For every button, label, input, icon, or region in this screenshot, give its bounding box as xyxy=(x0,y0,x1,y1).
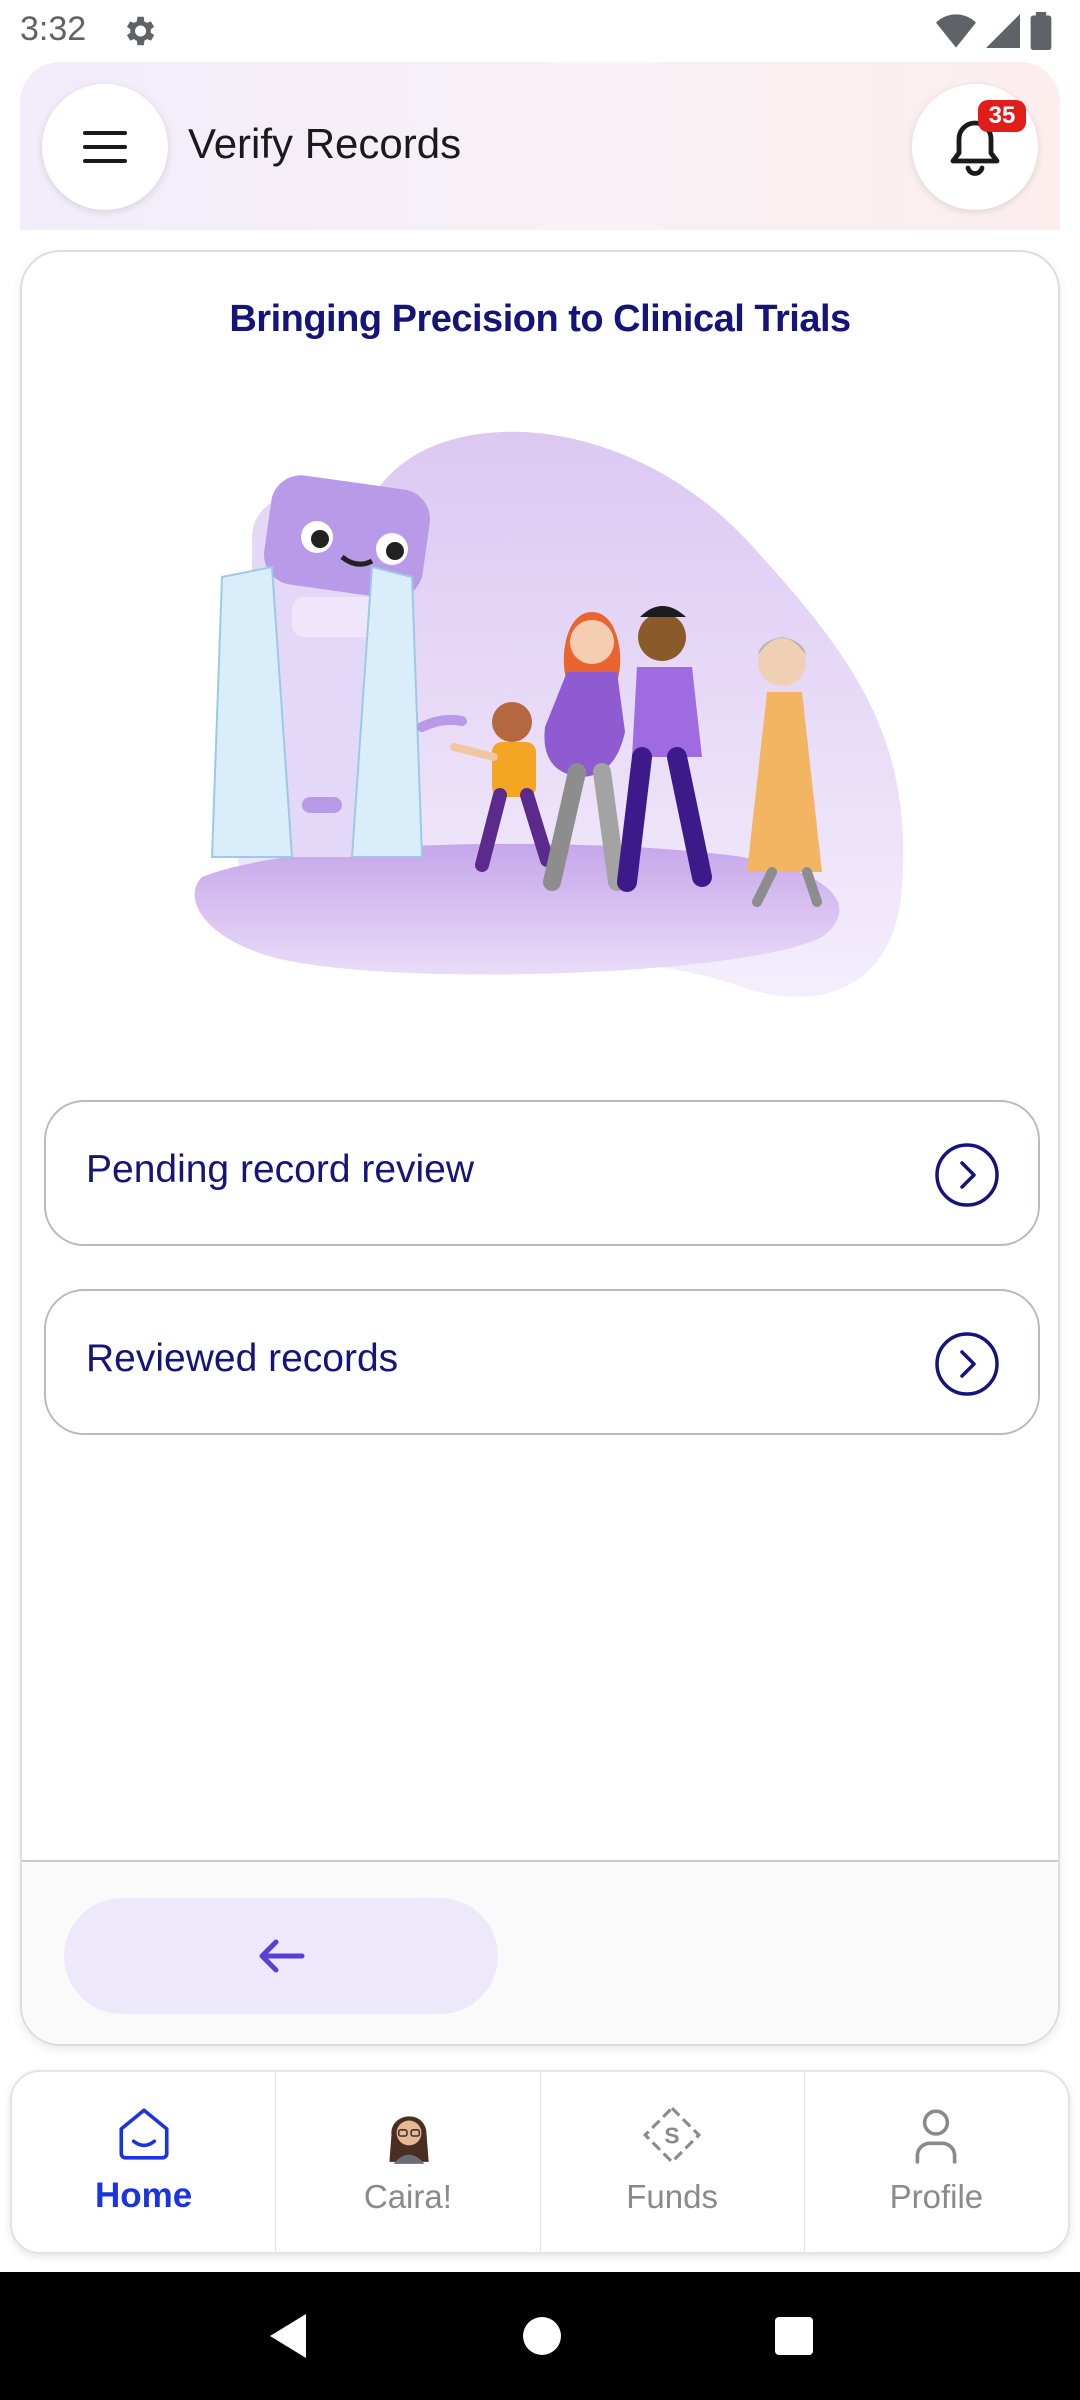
wifi-icon xyxy=(936,14,976,48)
status-bar: 3:32 xyxy=(0,0,1080,62)
system-home-icon[interactable] xyxy=(521,2315,563,2357)
chevron-right-circle-icon xyxy=(935,1332,999,1396)
hamburger-menu-icon xyxy=(83,131,127,163)
caira-avatar-icon xyxy=(389,2116,429,2164)
home-icon xyxy=(119,2108,169,2160)
profile-icon xyxy=(915,2109,957,2164)
back-button[interactable] xyxy=(64,1898,498,2014)
menu-button[interactable] xyxy=(42,84,168,210)
funds-icon: S xyxy=(643,2105,702,2165)
tab-home-label: Home xyxy=(95,2176,193,2215)
system-back-icon[interactable] xyxy=(266,2312,310,2360)
status-icons xyxy=(936,12,1052,50)
settings-gear-icon xyxy=(126,16,155,46)
hero-illustration xyxy=(194,431,904,997)
chevron-right-circle-icon xyxy=(935,1143,999,1207)
arrow-left-icon xyxy=(259,1939,305,1973)
app-header: Verify Records 35 xyxy=(20,62,1060,230)
reviewed-records-button[interactable]: Reviewed records xyxy=(44,1289,1040,1435)
tab-profile[interactable]: Profile xyxy=(805,2072,1068,2252)
battery-icon xyxy=(1030,12,1052,50)
page-title: Verify Records xyxy=(188,120,462,167)
tab-funds[interactable]: S Funds xyxy=(541,2072,805,2252)
cell-signal-icon xyxy=(986,14,1020,48)
tab-funds-label: Funds xyxy=(626,2178,718,2215)
notifications-button[interactable]: 35 xyxy=(912,84,1038,210)
tab-profile-label: Profile xyxy=(889,2178,984,2215)
svg-text:S: S xyxy=(665,2122,680,2148)
notification-badge: 35 xyxy=(978,100,1026,132)
status-time: 3:32 xyxy=(20,10,87,48)
tab-caira-label: Caira! xyxy=(363,2178,452,2215)
system-recents-icon[interactable] xyxy=(774,2316,814,2356)
bottom-nav: Home Caira! S Funds Profile xyxy=(10,2070,1070,2254)
card-heading: Bringing Precision to Clinical Trials xyxy=(229,298,851,340)
tab-home[interactable]: Home xyxy=(12,2072,277,2252)
card-footer xyxy=(22,1860,1058,2044)
reviewed-records-label: Reviewed records xyxy=(86,1337,399,1380)
tab-caira[interactable]: Caira! xyxy=(276,2072,541,2252)
main-card: Bringing Precision to Clinical Trials Pe… xyxy=(20,250,1060,2046)
pending-record-review-button[interactable]: Pending record review xyxy=(44,1100,1040,1246)
pending-record-review-label: Pending record review xyxy=(86,1148,475,1191)
system-nav-bar xyxy=(0,2272,1080,2400)
